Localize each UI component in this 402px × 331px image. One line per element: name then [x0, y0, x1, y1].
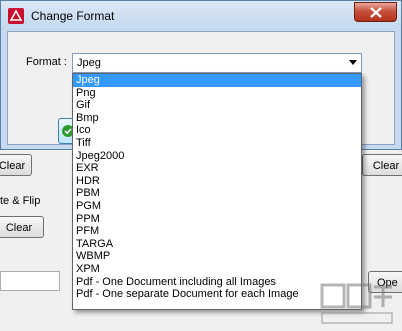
dropdown-option[interactable]: PPM — [73, 213, 361, 226]
chevron-down-icon[interactable] — [349, 60, 357, 65]
format-select-value: Jpeg — [77, 57, 101, 69]
app-icon — [8, 8, 24, 24]
watermark-logo — [320, 283, 393, 324]
clear-button-left[interactable]: Clear — [0, 154, 32, 176]
dropdown-option[interactable]: PGM — [73, 200, 361, 213]
dropdown-option[interactable]: WBMP — [73, 250, 361, 263]
clear-button-right[interactable]: Clear — [362, 154, 402, 176]
dropdown-option[interactable]: Jpeg — [73, 74, 361, 87]
dropdown-option[interactable]: Png — [73, 87, 361, 100]
dropdown-option[interactable]: Bmp — [73, 112, 361, 125]
dropdown-option[interactable]: HDR — [73, 175, 361, 188]
dropdown-option[interactable]: Tiff — [73, 137, 361, 150]
dialog-titlebar[interactable]: Change Format — [1, 1, 401, 31]
dropdown-option[interactable]: Ico — [73, 124, 361, 137]
format-dropdown-list: Jpeg Png Gif Bmp Ico Tiff Jpeg2000 EXR HDR PBM PGM… — [72, 73, 362, 310]
dropdown-option[interactable]: Jpeg2000 — [73, 150, 361, 163]
format-label: Format : — [26, 56, 67, 68]
close-icon — [370, 7, 382, 18]
dropdown-option[interactable]: TARGA — [73, 238, 361, 251]
close-button[interactable] — [354, 2, 397, 22]
dropdown-option[interactable]: EXR — [73, 162, 361, 175]
dropdown-option[interactable]: XPM — [73, 263, 361, 276]
dropdown-option[interactable]: Gif — [73, 99, 361, 112]
format-select[interactable]: Jpeg — [72, 53, 362, 73]
clear-button[interactable]: Clear — [0, 216, 44, 238]
dialog-title: Change Format — [31, 9, 115, 23]
path-input[interactable] — [0, 271, 60, 291]
dropdown-option[interactable]: PBM — [73, 187, 361, 200]
dropdown-option[interactable]: PFM — [73, 225, 361, 238]
rotate-flip-label: te & Flip — [0, 195, 41, 207]
